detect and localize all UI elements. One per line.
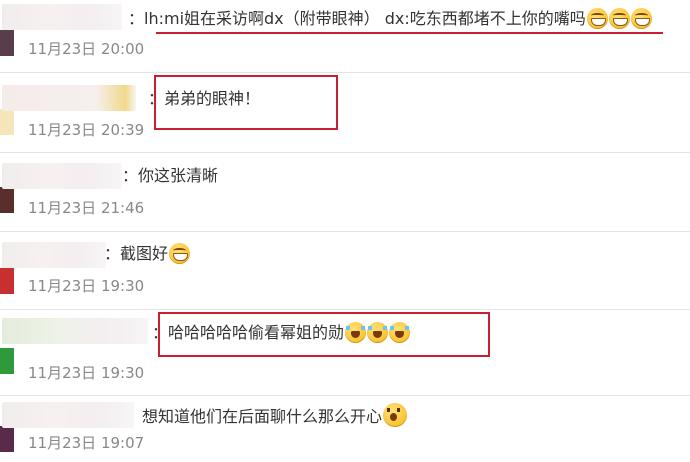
comment-date: 11月23日 19:30 [28,277,145,295]
shocked-face-icon [383,403,408,427]
grin-icon [586,8,608,29]
comment-item: 想知道他们在后面聊什么那么开心 11月23日 19:07 [0,396,690,462]
comment-date: 11月23日 20:39 [28,121,145,139]
grin-icon [608,8,630,29]
comment-item: ：lh:mi姐在采访啊dx（附带眼神） dx:吃东西都堵不上你的嘴吗 11月23… [0,0,690,73]
grin-icon [169,243,191,264]
username-blurred[interactable] [2,318,148,344]
comment-text: ：截图好 [104,243,191,264]
comment-item: ：截图好 11月23日 19:30 [0,232,690,310]
comment-date: 11月23日 19:30 [28,364,145,382]
grin-icon [630,8,652,29]
highlight-underline [156,32,663,34]
comment-item: ：你这张清晰 11月23日 21:46 [0,153,690,232]
comment-date: 11月23日 20:00 [28,40,145,58]
avatar[interactable] [0,109,14,135]
username-blurred[interactable] [2,242,106,268]
comment-text: ：你这张清晰 [122,166,219,185]
username-blurred[interactable] [2,4,122,30]
comment-date: 11月23日 19:07 [28,434,145,452]
avatar[interactable] [0,268,14,294]
username-blurred[interactable] [2,163,122,189]
username-blurred[interactable] [2,402,134,428]
avatar[interactable] [0,187,14,213]
highlight-box [154,75,338,130]
comment-item: ：哈哈哈哈哈偷看幂姐的勋 11月23日 19:30 [0,310,690,396]
comment-text: ：lh:mi姐在采访啊dx（附带眼神） dx:吃东西都堵不上你的嘴吗 [128,8,652,29]
avatar[interactable] [0,30,14,56]
comment-item: ：弟弟的眼神！ 11月23日 20:39 [0,73,690,153]
comment-text: 想知道他们在后面聊什么那么开心 [142,403,408,427]
avatar[interactable] [0,348,14,374]
avatar[interactable] [0,426,14,452]
highlight-box [158,312,490,357]
username-blurred[interactable] [2,85,136,111]
comment-date: 11月23日 21:46 [28,199,145,217]
